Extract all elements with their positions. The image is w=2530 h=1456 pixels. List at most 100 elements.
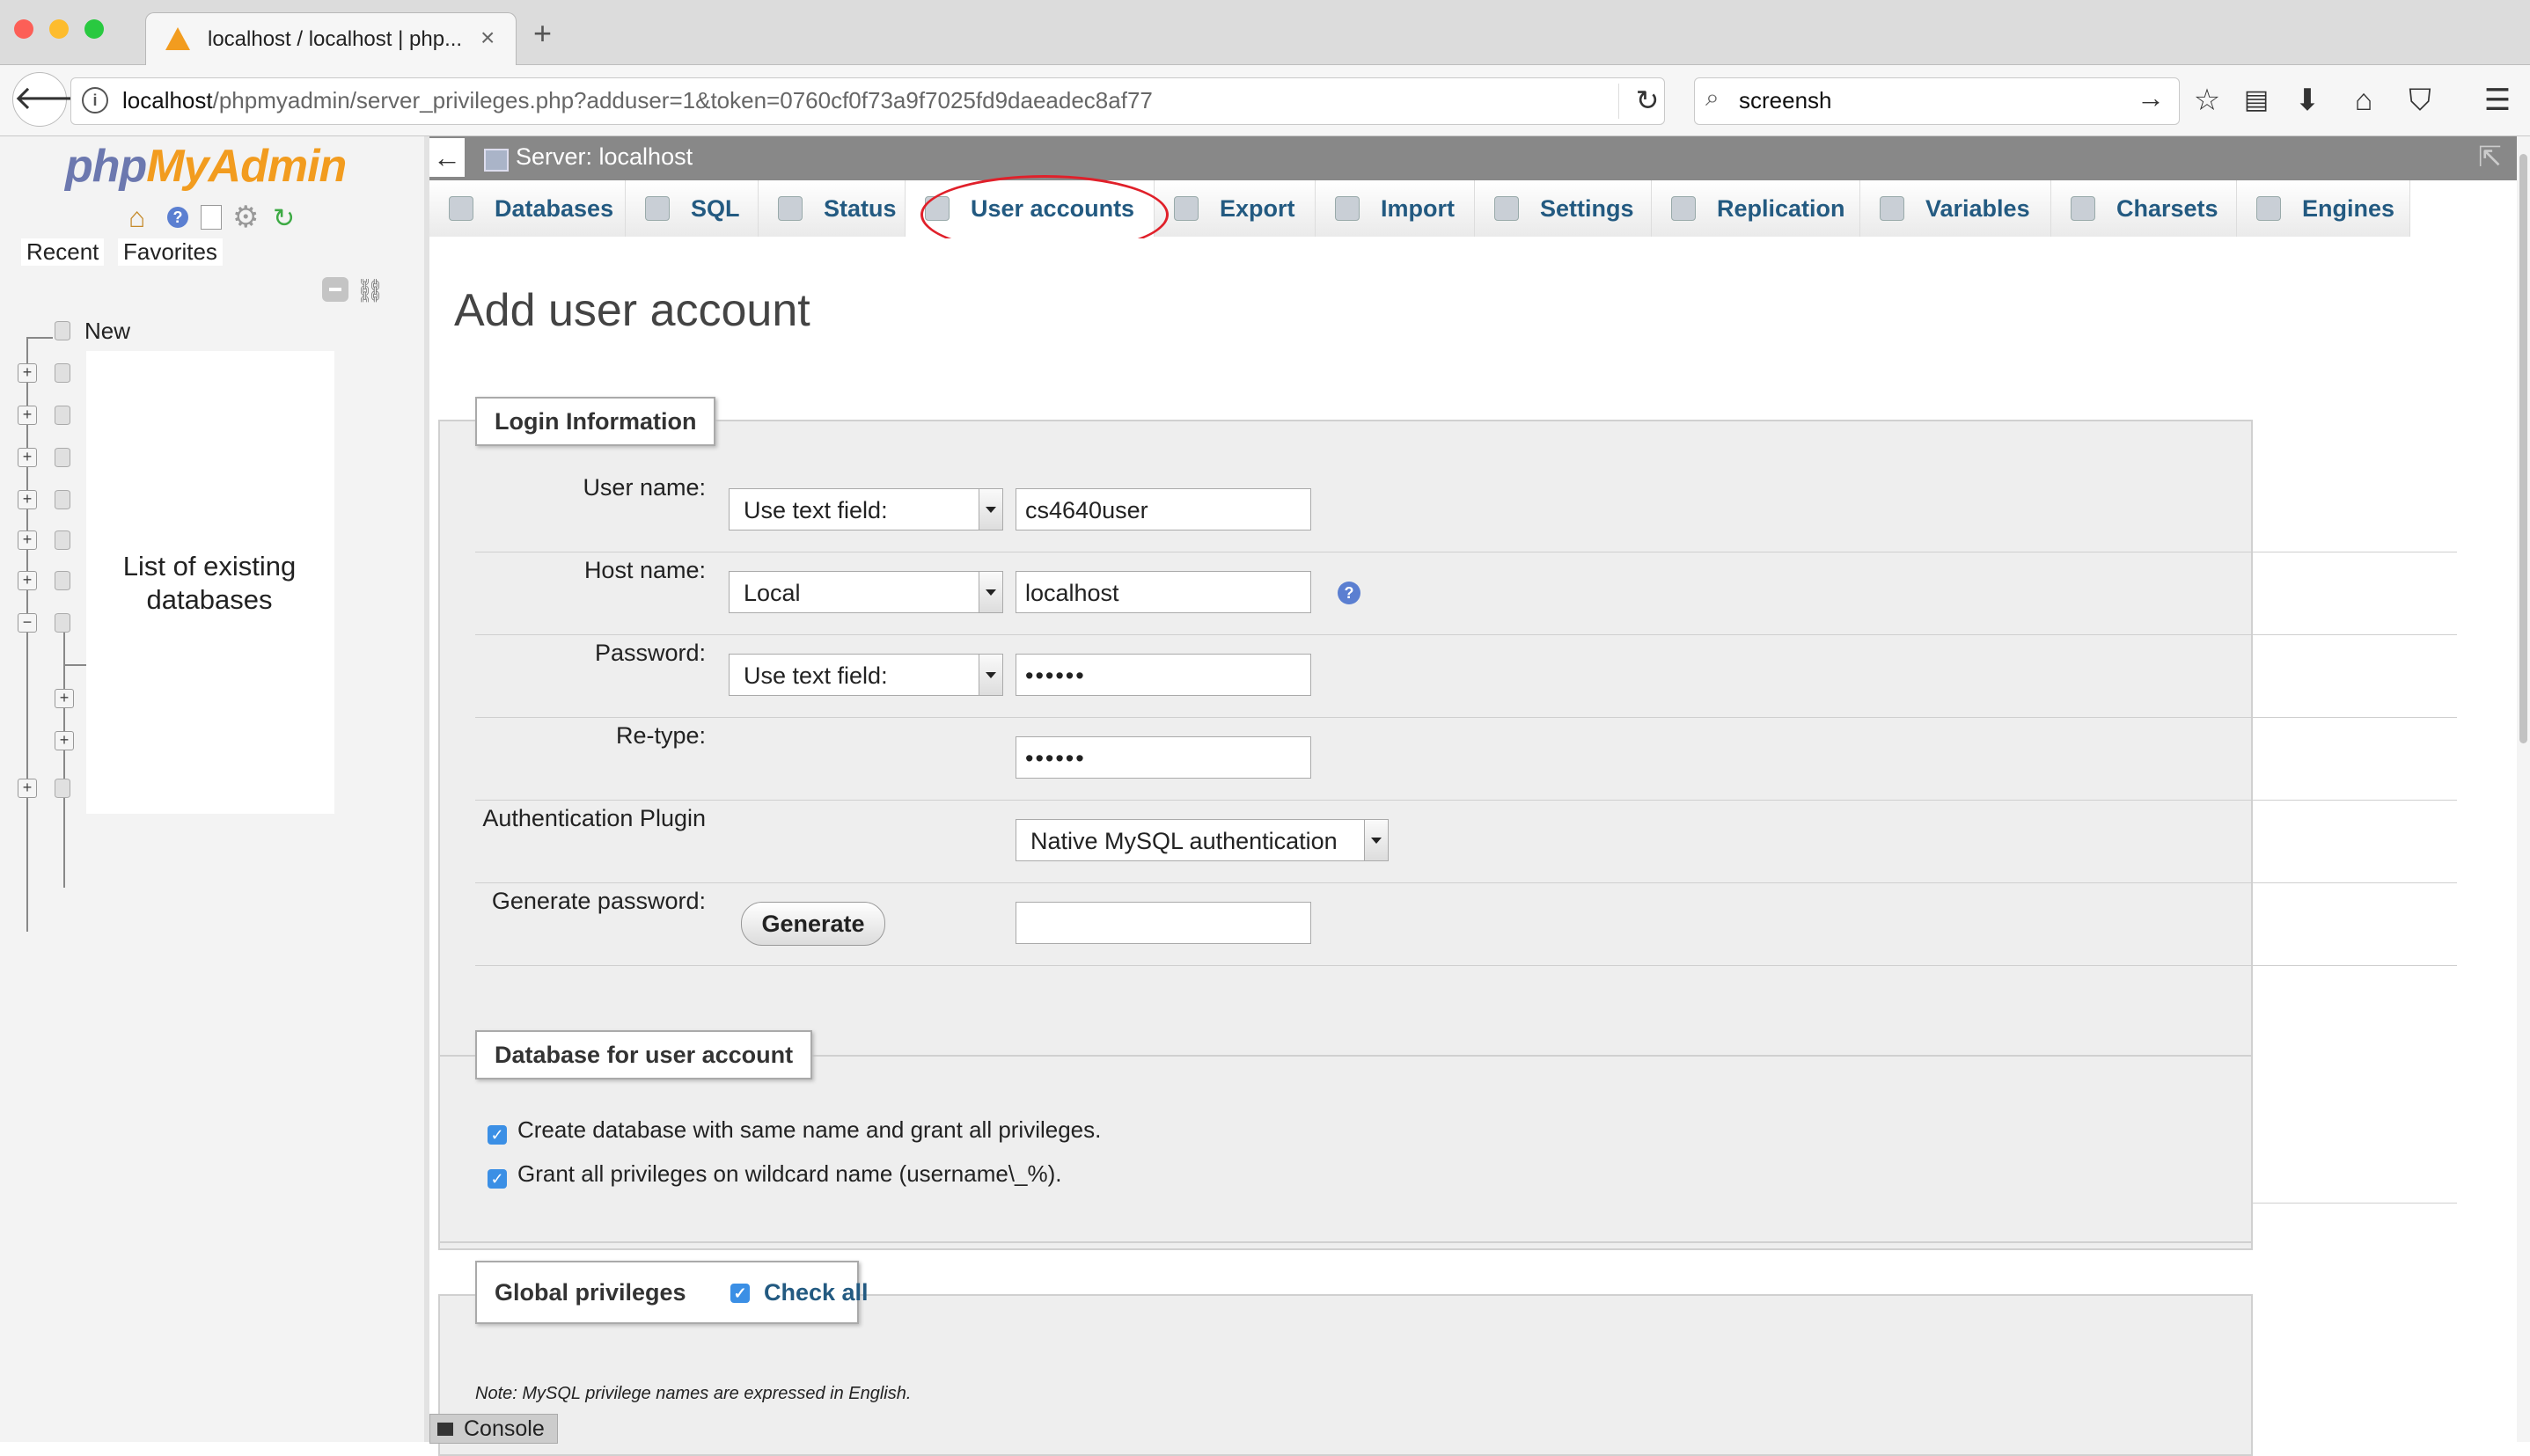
download-icon[interactable]: ⬇ [2288,81,2327,120]
select-value: Native MySQL authentication [1030,828,1338,854]
check-all-checkbox[interactable]: ✓ [730,1284,750,1303]
tree-line [26,337,28,932]
server-title[interactable]: Server: localhost [516,143,693,171]
select-value: Local [744,580,801,606]
info-icon[interactable]: i [82,87,108,113]
retype-password-input[interactable]: •••••• [1016,736,1311,779]
tab-settings[interactable]: Settings [1475,180,1652,237]
search-go-icon[interactable]: → [2137,82,2165,114]
tab-label: Engines [2302,195,2395,222]
row-divider [475,634,2457,635]
console-label: Console [464,1416,545,1441]
expand-icon[interactable]: + [18,490,37,509]
new-tab-button[interactable]: + [533,18,552,49]
password-input[interactable]: •••••• [1016,654,1311,696]
tab-charsets[interactable]: Charsets [2051,180,2237,237]
grant-wildcard-label: Grant all privileges on wildcard name (u… [517,1160,1062,1187]
search-icon: ⌕ [1705,84,1720,111]
pocket-icon[interactable]: ⛉ [2401,81,2439,120]
privilege-names-note: Note: MySQL privilege names are expresse… [475,1384,912,1403]
create-database-label: Create database with same name and grant… [517,1116,1102,1143]
console-toggle[interactable]: Console [429,1414,558,1444]
menu-icon[interactable]: ☰ [2478,81,2517,120]
url-divider [1618,84,1619,119]
settings-gear-icon[interactable]: ⚙ [232,200,259,235]
search-bar[interactable]: ⌕ screensh → [1694,77,2180,125]
tab-variables[interactable]: Variables [1860,180,2051,237]
generate-password-label: Generate password: [491,888,706,914]
host-help-icon[interactable]: ? [1338,582,1360,604]
tab-status[interactable]: Status [759,180,906,237]
engines-icon [2256,196,2281,221]
docs-icon[interactable] [201,205,222,230]
expand-icon[interactable]: + [18,363,37,383]
database-list-overlay: List of existing databases [86,351,334,814]
expand-icon[interactable]: + [18,571,37,590]
browser-tab[interactable]: localhost / localhost | php... × [145,12,517,66]
help-icon[interactable]: ? [167,207,188,228]
host-name-input[interactable]: localhost [1016,571,1311,613]
new-database-icon [55,321,70,340]
login-information-legend: Login Information [475,397,716,446]
bookmark-star-icon[interactable]: ☆ [2188,81,2226,120]
url-bar[interactable]: i localhost/phpmyadmin/server_privileges… [70,77,1665,125]
grant-wildcard-checkbox[interactable]: ✓ [488,1169,507,1189]
collapse-all-icon[interactable] [322,277,348,302]
collapse-bar [329,288,341,291]
tab-engines[interactable]: Engines [2237,180,2410,237]
tab-label: Settings [1540,195,1634,222]
reload-navigation-icon[interactable]: ↻ [273,203,295,234]
home-icon[interactable]: ⌂ [128,201,145,234]
authentication-plugin-select[interactable]: Native MySQL authentication [1016,819,1389,861]
new-database-link[interactable]: New [84,318,130,345]
tab-sql[interactable]: SQL [626,180,759,237]
maximize-window-button[interactable] [84,19,104,39]
expand-icon[interactable]: + [55,689,74,708]
collapse-icon[interactable]: − [18,613,37,633]
tab-title: localhost / localhost | php... [208,27,463,51]
expand-icon[interactable]: + [18,406,37,425]
generated-password-input[interactable] [1016,902,1311,944]
database-icon [55,779,70,798]
tab-close-icon[interactable]: × [480,24,495,52]
console-icon [437,1423,453,1436]
server-breadcrumb-bar: ← Server: localhost ⇱ [429,136,2530,180]
expand-icon[interactable]: + [55,731,74,750]
reading-list-icon[interactable]: ▤ [2237,81,2276,120]
back-button[interactable]: 🡐 [12,72,103,127]
row-divider [475,965,2457,966]
tab-export[interactable]: Export [1155,180,1316,237]
user-name-type-select[interactable]: Use text field: [729,488,1003,530]
create-database-checkbox[interactable]: ✓ [488,1125,507,1145]
database-icon [55,530,70,550]
collapse-sidebar-button[interactable]: ← [429,138,465,177]
tab-import[interactable]: Import [1316,180,1475,237]
minimize-window-button[interactable] [49,19,69,39]
recent-tab[interactable]: Recent [21,238,105,266]
user-name-input[interactable]: cs4640user [1016,488,1311,530]
pma-logo[interactable]: phpMyAdmin [65,140,347,193]
expand-icon[interactable]: + [18,530,37,550]
expand-icon[interactable]: + [18,779,37,798]
home-icon[interactable]: ⌂ [2344,81,2383,120]
search-input[interactable]: screensh [1739,87,1832,114]
favorites-tab[interactable]: Favorites [118,238,223,266]
host-name-type-select[interactable]: Local [729,571,1003,613]
tree-line [26,337,53,339]
scrollbar-thumb[interactable] [2519,154,2527,743]
reload-icon[interactable]: ↻ [1628,81,1667,120]
check-all-label[interactable]: Check all [764,1262,869,1322]
maximize-icon[interactable]: ⇱ [2478,140,2502,173]
tab-replication[interactable]: Replication [1652,180,1860,237]
expand-icon[interactable]: + [18,448,37,467]
vertical-scrollbar[interactable] [2517,136,2530,1442]
select-value: Use text field: [744,662,888,689]
tab-label: Status [824,195,897,222]
link-icon[interactable]: ⛓ [356,277,385,304]
generate-button[interactable]: Generate [741,902,885,946]
tab-label: Import [1381,195,1455,222]
close-window-button[interactable] [14,19,33,39]
password-type-select[interactable]: Use text field: [729,654,1003,696]
chevron-down-icon [979,655,1002,695]
tab-databases[interactable]: Databases [429,180,626,237]
